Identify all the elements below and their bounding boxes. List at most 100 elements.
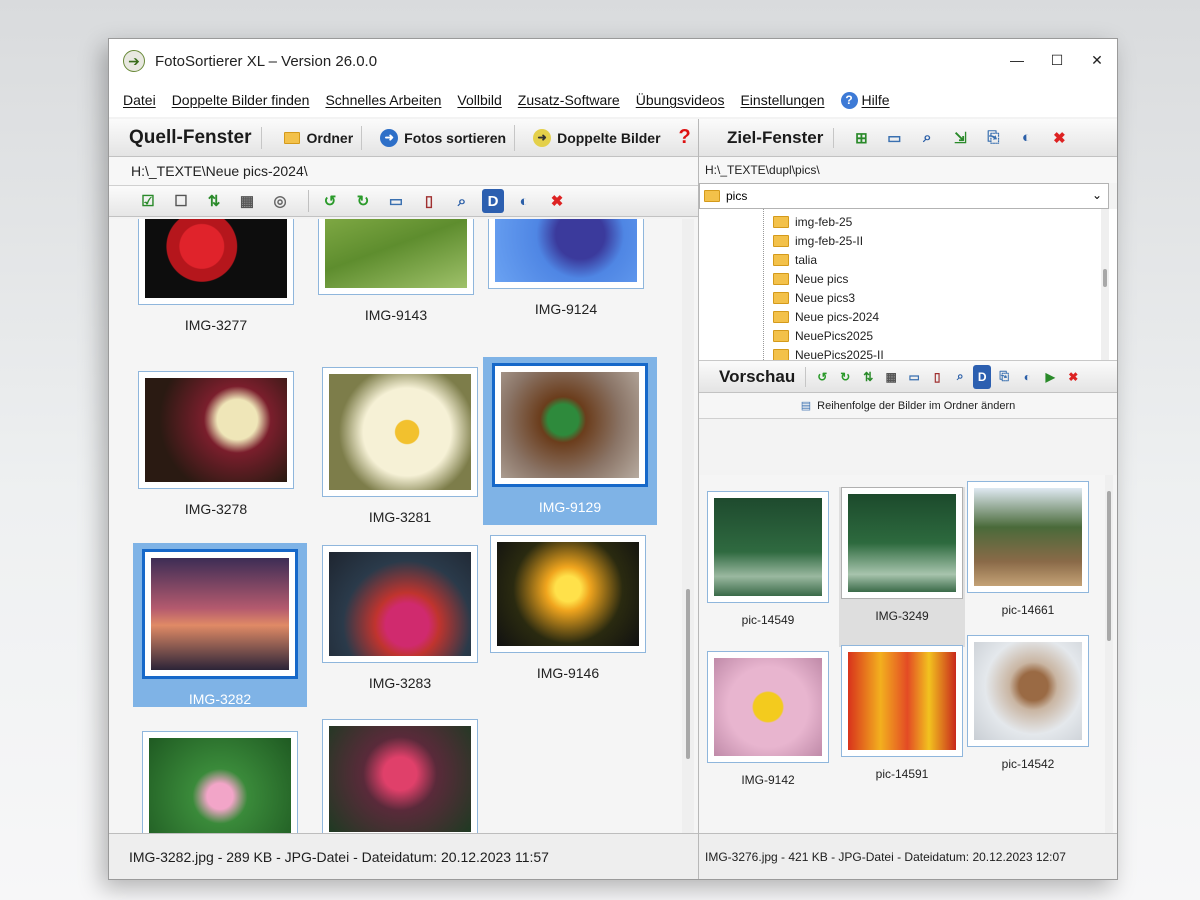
tree-folder-item[interactable]: Neue pics [773,272,848,286]
preview-header-bar: Vorschau ↺ ↻ ⇅ ▦ ▭ ▯ ⌕ D ⎘ ◐ ▶ ✖ [699,361,1117,393]
search-icon[interactable]: ⌕ [449,189,475,213]
target-folder-select[interactable]: pics ⌄ [699,183,1109,209]
delete-icon[interactable]: ✖ [544,189,570,213]
duplicates-button[interactable]: ➜ Doppelte Bilder [525,125,668,151]
maximize-button[interactable]: ☐ [1037,45,1077,75]
check-all-icon[interactable]: ☑ [135,189,161,213]
source-scrollbar[interactable] [682,219,694,833]
rename-icon[interactable]: ▭ [383,189,409,213]
search-icon[interactable]: ⌕ [950,365,970,389]
tree-folder-item[interactable]: Neue pics-2024 [773,310,879,324]
menu-schnelles-arbeiten[interactable]: Schnelles Arbeiten [325,92,441,108]
folder-icon [773,235,789,247]
menu-datei[interactable]: Datei [123,92,156,108]
tree-folder-item[interactable]: NeuePics2025-II [773,348,884,360]
menu-vollbild[interactable]: Vollbild [457,92,501,108]
preview-thumbnail-item[interactable]: pic-14661 [965,481,1091,641]
rename-icon[interactable]: ▭ [904,365,924,389]
rename-icon[interactable]: ▭ [881,126,907,150]
duplicates-label: Doppelte Bilder [557,129,661,146]
scrollbar-thumb[interactable] [686,589,690,759]
sort-arrows-icon[interactable]: ⇅ [201,189,227,213]
preview-scrollbar[interactable] [1105,475,1113,833]
preview-thumbnail-item-selected[interactable]: IMG-3249 [839,487,965,647]
grid-view-icon[interactable]: ▦ [234,189,260,213]
reorder-label: Reihenfolge der Bilder im Ordner ändern [817,399,1016,412]
preview-thumbnail-item[interactable]: pic-14542 [965,635,1091,795]
tree-folder-item[interactable]: img-feb-25-II [773,234,863,248]
window-title: FotoSortierer XL – Version 26.0.0 [155,52,378,70]
thumbnail-item[interactable]: IMG-3283 [313,539,487,711]
delete-icon[interactable]: ✖ [1063,365,1083,389]
thumbnail-caption: pic-14661 [1001,603,1055,617]
thumbnail-item[interactable]: IMG-3277 [129,219,303,371]
menu-hilfe[interactable]: Hilfe [862,92,890,108]
grid-view-icon[interactable]: ▦ [881,365,901,389]
thumbnail-item[interactable] [313,713,487,833]
thumbnail-item[interactable] [133,725,307,833]
folder-button[interactable]: Ordner [276,125,363,150]
copy-icon[interactable]: ⎘ [994,365,1014,389]
chevron-down-icon[interactable]: ⌄ [1092,188,1102,202]
thumbnail-caption: IMG-9129 [538,499,602,515]
rotate-right-icon[interactable]: ↻ [835,365,855,389]
source-toolbar: ☑ ☐ ⇅ ▦ ◎ ↺ ↻ ▭ ▯ ⌕ D ◐ ✖ [109,185,698,217]
preview-thumbnail-item[interactable]: IMG-9142 [705,651,831,811]
source-header-bar: Quell-Fenster Ordner ➜ Fotos sortieren ➜… [109,119,698,157]
thumbnail-item[interactable]: IMG-3278 [129,365,303,537]
reorder-images-button[interactable]: ▤ Reihenfolge der Bilder im Ordner änder… [699,393,1117,419]
info-icon[interactable]: ▯ [416,189,442,213]
minimize-button[interactable]: — [997,45,1037,75]
preview-thumbnail-item[interactable]: pic-14591 [839,645,965,805]
tree-folder-item[interactable]: img-feb-25 [773,215,852,229]
fingerprint-icon[interactable]: ◎ [267,189,293,213]
help-icon[interactable]: ? [840,91,858,109]
question-mark-icon[interactable]: ? [679,126,691,149]
tree-folder-item[interactable]: talia [773,253,817,267]
rotate-right-icon[interactable]: ↻ [350,189,376,213]
duplicate-d-icon[interactable]: D [482,189,504,213]
thumbnail-caption: IMG-3283 [368,675,432,691]
refresh-icon[interactable]: ◐ [1013,126,1039,150]
thumbnail-item[interactable]: IMG-9146 [481,529,655,701]
new-folder-icon[interactable]: ⊞ [848,126,874,150]
delete-icon[interactable]: ✖ [1046,126,1072,150]
rotate-left-icon[interactable]: ↺ [317,189,343,213]
thumbnail-caption: IMG-3277 [184,317,248,333]
window-controls: — ☐ ✕ [997,45,1117,75]
uncheck-all-icon[interactable]: ☐ [168,189,194,213]
menu-zusatz-software[interactable]: Zusatz-Software [518,92,620,108]
thumbnail-item-selected[interactable]: IMG-3282 [133,543,307,707]
rotate-left-icon[interactable]: ↺ [812,365,832,389]
thumbnail-item-selected[interactable]: IMG-9129 [483,357,657,525]
sort-photos-label: Fotos sortieren [404,129,507,146]
move-icon[interactable]: ⇲ [947,126,973,150]
sort-photos-button[interactable]: ➜ Fotos sortieren [372,124,516,151]
menu-einstellungen[interactable]: Einstellungen [740,92,824,108]
tree-folder-item[interactable]: NeuePics2025 [773,329,873,343]
photo-white-primroses [329,374,471,490]
info-icon[interactable]: ▯ [927,365,947,389]
close-window-button[interactable]: ✕ [1077,45,1117,75]
thumbnail-item[interactable]: IMG-9124 [479,219,653,355]
sort-arrows-icon[interactable]: ⇅ [858,365,878,389]
slideshow-icon[interactable]: ▶ [1040,365,1060,389]
tree-scrollbar[interactable] [1101,209,1109,360]
refresh-icon[interactable]: ◐ [511,189,537,213]
thumbnail-item[interactable]: IMG-9143 [309,219,483,361]
search-icon[interactable]: ⌕ [914,126,940,150]
photo-forest [714,498,822,596]
thumbnail-caption: pic-14542 [1001,757,1055,771]
thumbnail-caption: IMG-3282 [188,691,252,707]
scrollbar-thumb[interactable] [1107,491,1111,641]
refresh-icon[interactable]: ◐ [1017,365,1037,389]
photo-bleeding-hearts [329,726,471,832]
preview-thumbnail-item[interactable]: pic-14549 [705,491,831,651]
tree-folder-item[interactable]: Neue pics3 [773,291,855,305]
thumbnail-item[interactable]: IMG-3281 [313,361,487,533]
copy-icon[interactable]: ⎘ [980,126,1006,150]
menu-doppelte-bilder[interactable]: Doppelte Bilder finden [172,92,310,108]
scrollbar-thumb[interactable] [1103,269,1107,287]
menu-uebungsvideos[interactable]: Übungsvideos [636,92,725,108]
duplicate-d-icon[interactable]: D [973,364,992,389]
